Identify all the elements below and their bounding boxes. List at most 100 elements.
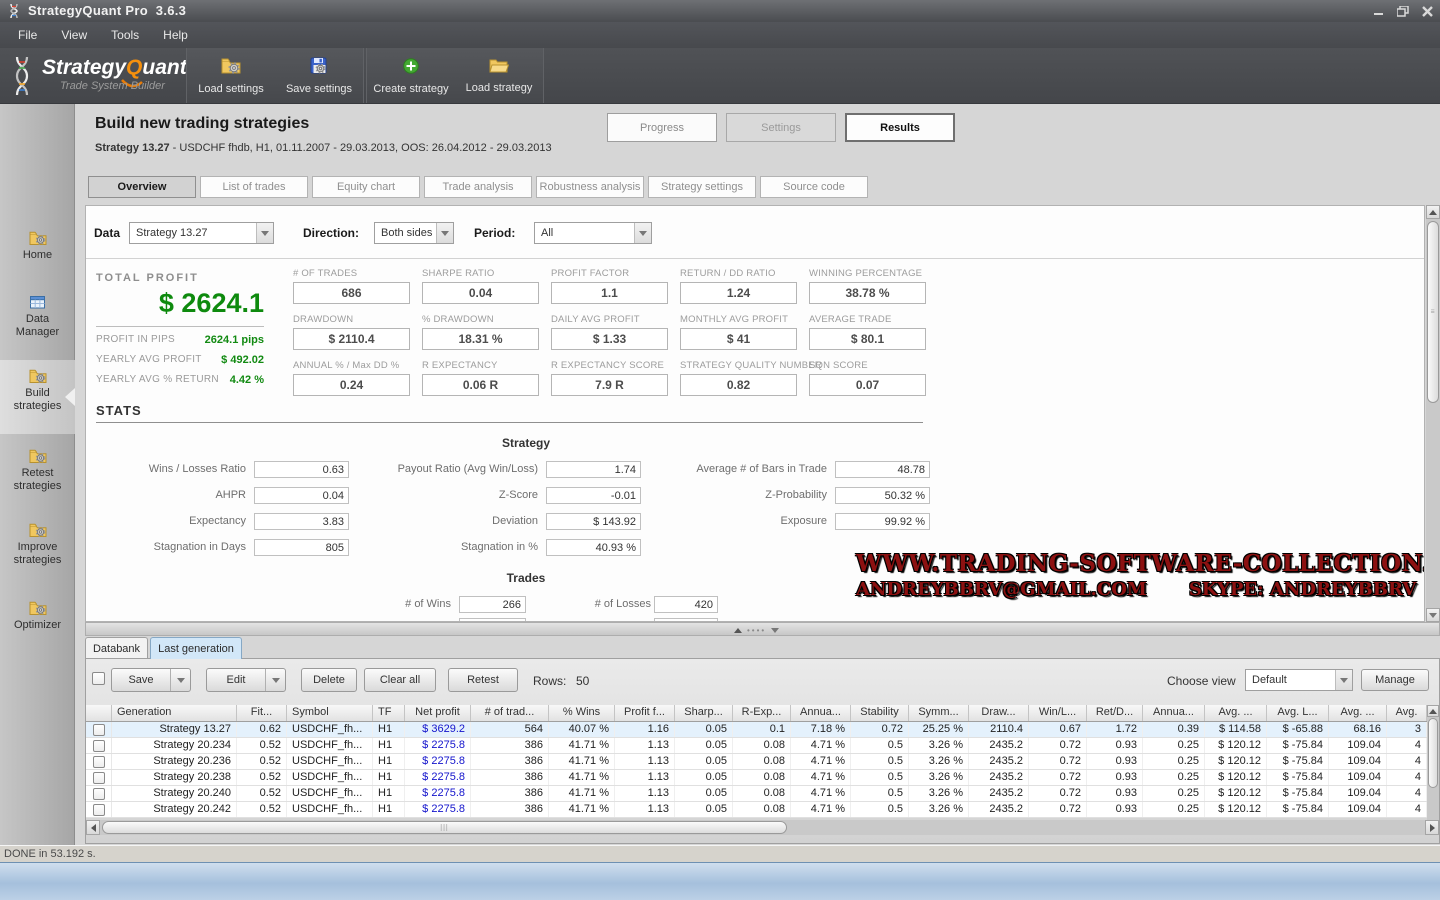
tab-source-code[interactable]: Source code <box>760 176 868 198</box>
menu-tools[interactable]: Tools <box>99 24 151 46</box>
progress-button[interactable]: Progress <box>607 113 717 142</box>
tab-last-generation[interactable]: Last generation <box>150 637 242 659</box>
sidebar-item-retest-strategies[interactable]: Retest strategies <box>0 440 75 512</box>
row-checkbox[interactable] <box>93 756 105 768</box>
scroll-right-button[interactable] <box>1425 820 1439 835</box>
column-header[interactable]: Avg. ... <box>1329 705 1387 721</box>
clear-all-button[interactable]: Clear all <box>364 668 436 692</box>
close-button[interactable] <box>1418 4 1436 18</box>
retest-button[interactable]: Retest <box>448 668 518 692</box>
metric: DAILY AVG PROFIT$ 1.33 <box>551 314 680 360</box>
table-cell: 3.26 % <box>909 802 969 817</box>
settings-button[interactable]: Settings <box>726 113 836 142</box>
save-button[interactable]: Save <box>111 668 191 692</box>
sidebar-item-home[interactable]: Home <box>0 222 75 280</box>
row-checkbox[interactable] <box>93 804 105 816</box>
row-checkbox[interactable] <box>93 788 105 800</box>
view-select[interactable]: Default <box>1245 669 1353 691</box>
delete-button[interactable]: Delete <box>301 668 357 692</box>
scroll-thumb[interactable] <box>1428 718 1438 788</box>
collapse-down-icon[interactable] <box>771 628 779 633</box>
load-strategy-button[interactable]: Load strategy <box>455 48 543 103</box>
sidebar-item-improve-strategies[interactable]: Improve strategies <box>0 514 75 586</box>
menu-file[interactable]: File <box>6 24 49 46</box>
manage-button[interactable]: Manage <box>1361 669 1429 691</box>
tab-strategy-settings[interactable]: Strategy settings <box>648 176 756 198</box>
row-checkbox[interactable] <box>93 772 105 784</box>
column-header[interactable]: Win/L... <box>1029 705 1087 721</box>
row-checkbox[interactable] <box>93 724 105 736</box>
row-checkbox[interactable] <box>93 740 105 752</box>
metric-value: $ 80.1 <box>809 328 926 350</box>
collapse-up-icon[interactable] <box>734 628 742 633</box>
restore-button[interactable] <box>1394 4 1412 18</box>
table-hscrollbar[interactable]: ||| <box>86 820 1439 835</box>
panel-splitter[interactable]: •••• <box>85 622 1440 636</box>
column-header[interactable]: R-Exp... <box>733 705 791 721</box>
table-cell: 109.04 <box>1329 786 1387 801</box>
results-button[interactable]: Results <box>845 113 955 142</box>
tab-robustness-analysis[interactable]: Robustness analysis <box>536 176 644 198</box>
tab-list-of-trades[interactable]: List of trades <box>200 176 308 198</box>
column-header[interactable]: Net profit <box>405 705 471 721</box>
column-header[interactable]: Draw... <box>969 705 1029 721</box>
sidebar-item-optimizer[interactable]: Optimizer <box>0 592 75 650</box>
table-cell: USDCHF_fh... <box>287 786 373 801</box>
table-header: GenerationFit...SymbolTFNet profit# of t… <box>86 705 1427 722</box>
column-header[interactable]: Fit... <box>237 705 287 721</box>
direction-select[interactable]: Both sides <box>374 222 454 244</box>
table-row[interactable]: Strategy 20.2420.52USDCHF_fh...H1$ 2275.… <box>86 802 1427 818</box>
column-header[interactable]: Avg. ... <box>1205 705 1267 721</box>
column-header[interactable]: Annua... <box>1143 705 1205 721</box>
save-settings-button[interactable]: Save settings <box>275 48 363 103</box>
create-strategy-button[interactable]: Create strategy <box>367 48 455 103</box>
column-header[interactable]: Generation <box>112 705 237 721</box>
toolbar-group-settings: Load settings Save settings <box>186 48 364 103</box>
chevron-down-icon[interactable] <box>265 669 285 691</box>
column-header[interactable]: Stability <box>851 705 909 721</box>
sidebar-item-data-manager[interactable]: Data Manager <box>0 286 75 356</box>
scroll-up-button[interactable] <box>1427 705 1439 717</box>
column-header[interactable]: Avg. <box>1387 705 1427 721</box>
scroll-up-button[interactable] <box>1426 205 1440 219</box>
column-header[interactable]: Sharp... <box>675 705 733 721</box>
tab-databank[interactable]: Databank <box>85 637 148 659</box>
column-header[interactable]: Symbol <box>287 705 373 721</box>
tab-trade-analysis[interactable]: Trade analysis <box>424 176 532 198</box>
column-header[interactable]: Avg. L... <box>1267 705 1329 721</box>
column-header[interactable]: TF <box>373 705 405 721</box>
table-row[interactable]: Strategy 13.270.62USDCHF_fh...H1$ 3629.2… <box>86 722 1427 738</box>
menu-help[interactable]: Help <box>151 24 200 46</box>
minimize-button[interactable] <box>1370 4 1388 18</box>
table-row[interactable]: Strategy 20.2380.52USDCHF_fh...H1$ 2275.… <box>86 770 1427 786</box>
column-header[interactable]: Symm... <box>909 705 969 721</box>
column-header[interactable]: Annua... <box>791 705 851 721</box>
overview-scrollbar[interactable]: ≡ <box>1426 205 1440 622</box>
splitter-handle[interactable]: •••• <box>734 626 779 635</box>
scroll-left-button[interactable] <box>86 820 100 835</box>
chevron-down-icon <box>436 223 453 243</box>
column-header[interactable]: Ret/D... <box>1087 705 1143 721</box>
scroll-thumb[interactable]: ≡ <box>1427 221 1439 403</box>
chevron-down-icon[interactable] <box>170 669 190 691</box>
column-header[interactable]: Profit f... <box>615 705 675 721</box>
table-row[interactable]: Strategy 20.2400.52USDCHF_fh...H1$ 2275.… <box>86 786 1427 802</box>
column-header[interactable]: % Wins <box>549 705 615 721</box>
menu-view[interactable]: View <box>49 24 99 46</box>
data-select[interactable]: Strategy 13.27 <box>129 222 274 244</box>
scroll-down-button[interactable] <box>1426 608 1440 622</box>
period-select[interactable]: All <box>534 222 652 244</box>
load-settings-button[interactable]: Load settings <box>187 48 275 103</box>
table-scrollbar[interactable] <box>1427 705 1439 835</box>
table-row[interactable]: Strategy 20.2340.52USDCHF_fh...H1$ 2275.… <box>86 738 1427 754</box>
select-all-checkbox[interactable] <box>92 672 105 685</box>
tab-equity-chart[interactable]: Equity chart <box>312 176 420 198</box>
table-row[interactable]: Strategy 20.2360.52USDCHF_fh...H1$ 2275.… <box>86 754 1427 770</box>
tab-overview[interactable]: Overview <box>88 176 196 198</box>
table-cell: 0.62 <box>237 722 287 737</box>
scroll-thumb[interactable]: ||| <box>102 821 787 834</box>
edit-button[interactable]: Edit <box>206 668 286 692</box>
metric-value: 0.24 <box>293 374 410 396</box>
sidebar-item-build-strategies[interactable]: Build strategies <box>0 360 75 434</box>
column-header[interactable]: # of trad... <box>471 705 549 721</box>
